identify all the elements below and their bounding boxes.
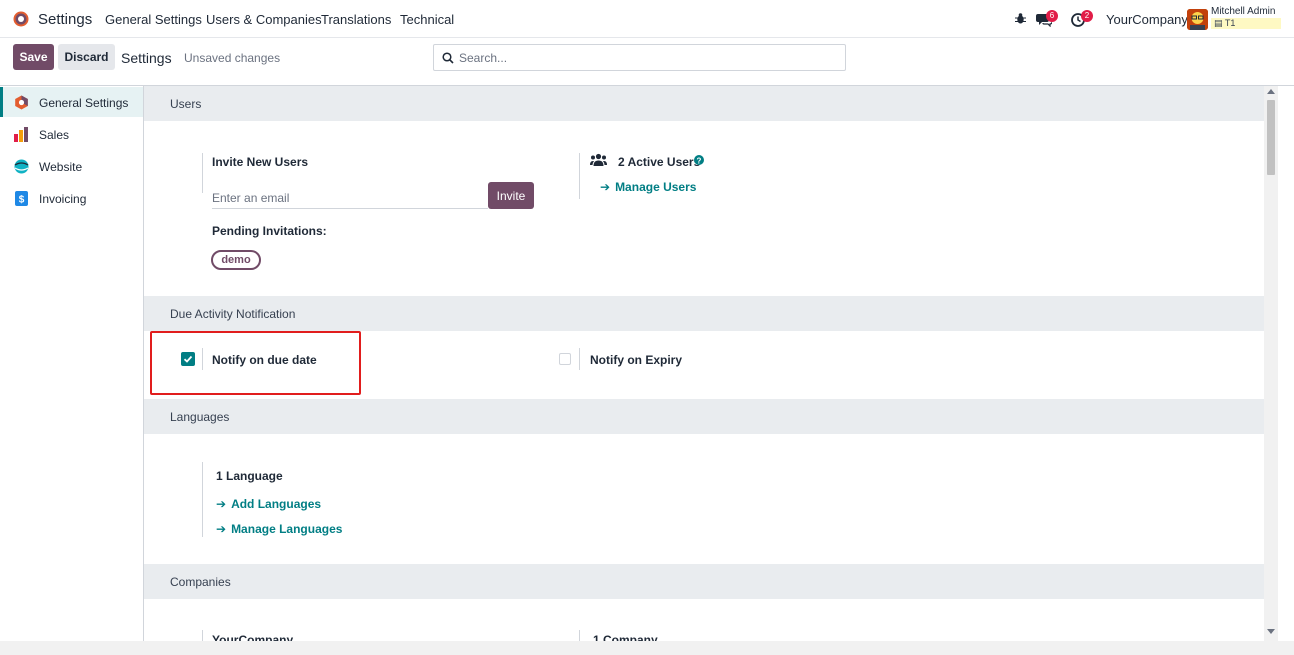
manage-users-label: Manage Users: [615, 180, 697, 194]
arrow-right-icon: ➔: [216, 497, 227, 511]
company-switcher[interactable]: YourCompany: [1106, 12, 1188, 27]
invite-users-title: Invite New Users: [212, 155, 309, 169]
odoo-logo-icon[interactable]: [12, 10, 30, 28]
page-title: Settings: [121, 50, 172, 66]
sidebar-item-general-settings[interactable]: General Settings: [0, 87, 143, 117]
manage-languages-label: Manage Languages: [231, 522, 343, 536]
section-title: Users: [170, 97, 202, 111]
manage-users-link[interactable]: ➔ Manage Users: [600, 180, 696, 194]
divider: [579, 153, 580, 199]
section-title: Languages: [170, 410, 230, 424]
settings-app-icon: [15, 95, 28, 110]
sidebar-item-label: Invoicing: [39, 192, 87, 206]
divider: [202, 153, 203, 193]
divider: [202, 630, 203, 641]
scroll-thumb[interactable]: [1267, 100, 1275, 175]
control-panel: Save Discard Settings Unsaved changes: [0, 38, 1294, 86]
sidebar-item-label: General Settings: [39, 96, 129, 110]
menu-general-settings[interactable]: General Settings: [105, 12, 202, 27]
user-avatar[interactable]: [1187, 9, 1208, 30]
user-name: Mitchell Admin: [1211, 6, 1276, 17]
scroll-down-arrow-icon[interactable]: [1267, 629, 1275, 634]
search-bar[interactable]: [433, 44, 846, 71]
divider: [579, 630, 580, 641]
company-count: 1 Company: [593, 633, 658, 641]
save-button[interactable]: Save: [13, 44, 54, 70]
invoicing-app-icon: $: [15, 191, 28, 206]
add-languages-label: Add Languages: [231, 497, 322, 511]
section-header-users: Users: [144, 86, 1264, 121]
pending-invitation-badge[interactable]: demo: [211, 250, 261, 270]
user-menu[interactable]: Mitchell Admin ▤ T1: [1211, 6, 1281, 31]
database-icon: ▤: [1214, 18, 1225, 28]
sidebar-item-label: Website: [39, 160, 83, 174]
database-label: T1: [1224, 18, 1236, 28]
search-input[interactable]: [459, 49, 839, 67]
website-app-icon: [14, 159, 29, 174]
language-count: 1 Language: [216, 469, 283, 483]
checkmark-icon: [183, 355, 193, 363]
invite-button[interactable]: Invite: [488, 182, 534, 209]
search-icon: [442, 52, 454, 64]
svg-text:$: $: [19, 195, 25, 206]
sales-app-icon: [14, 127, 28, 142]
divider: [579, 348, 580, 370]
arrow-right-icon: ➔: [216, 522, 227, 536]
activities-button[interactable]: 2: [1071, 10, 1097, 28]
arrow-right-icon: ➔: [600, 180, 611, 194]
settings-sidebar: General Settings Sales Website $ Invoici…: [0, 86, 144, 655]
sidebar-item-label: Sales: [39, 128, 70, 142]
section-header-languages: Languages: [144, 399, 1264, 434]
sidebar-item-website[interactable]: Website: [0, 151, 143, 181]
menu-users-companies[interactable]: Users & Companies: [206, 12, 322, 27]
debug-bug-icon[interactable]: [1014, 12, 1027, 25]
invite-email-field[interactable]: [212, 188, 488, 209]
add-languages-link[interactable]: ➔ Add Languages: [216, 497, 321, 511]
help-icon[interactable]: ?: [694, 155, 704, 165]
notify-due-date-label[interactable]: Notify on due date: [212, 353, 317, 367]
activities-badge: 2: [1081, 10, 1093, 22]
sidebar-item-sales[interactable]: Sales: [0, 119, 143, 149]
settings-content: Users Invite New Users Invite Pending In…: [144, 86, 1264, 641]
pending-invitations-title: Pending Invitations:: [212, 224, 327, 238]
menu-technical[interactable]: Technical: [400, 12, 454, 27]
discard-button[interactable]: Discard: [58, 44, 115, 70]
messages-button[interactable]: 6: [1036, 10, 1062, 28]
section-header-due-activity: Due Activity Notification: [144, 296, 1264, 331]
menu-translations[interactable]: Translations: [321, 12, 391, 27]
database-name: ▤ T1: [1211, 18, 1281, 29]
svg-text:?: ?: [697, 156, 702, 165]
unsaved-status: Unsaved changes: [184, 51, 281, 65]
manage-languages-link[interactable]: ➔ Manage Languages: [216, 522, 342, 536]
notify-expiry-checkbox[interactable]: [559, 353, 571, 365]
company-name: YourCompany: [212, 633, 294, 641]
section-title: Companies: [170, 575, 231, 589]
section-header-companies: Companies: [144, 564, 1264, 599]
section-title: Due Activity Notification: [170, 307, 296, 321]
notify-due-date-checkbox[interactable]: [181, 352, 195, 366]
avatar-face-icon: [1187, 9, 1208, 30]
notify-expiry-label[interactable]: Notify on Expiry: [590, 353, 682, 367]
sidebar-item-invoicing[interactable]: $ Invoicing: [0, 183, 143, 213]
users-group-icon: [590, 153, 607, 166]
horizontal-scrollbar[interactable]: [0, 641, 1294, 655]
messages-badge: 6: [1046, 10, 1058, 22]
active-users-count: 2 Active Users: [618, 155, 701, 169]
divider: [202, 462, 203, 537]
vertical-scrollbar[interactable]: [1264, 86, 1278, 641]
scroll-up-arrow-icon[interactable]: [1267, 89, 1275, 94]
divider: [202, 348, 203, 370]
top-navbar: Settings General Settings Users & Compan…: [0, 0, 1294, 38]
app-name[interactable]: Settings: [38, 11, 92, 28]
